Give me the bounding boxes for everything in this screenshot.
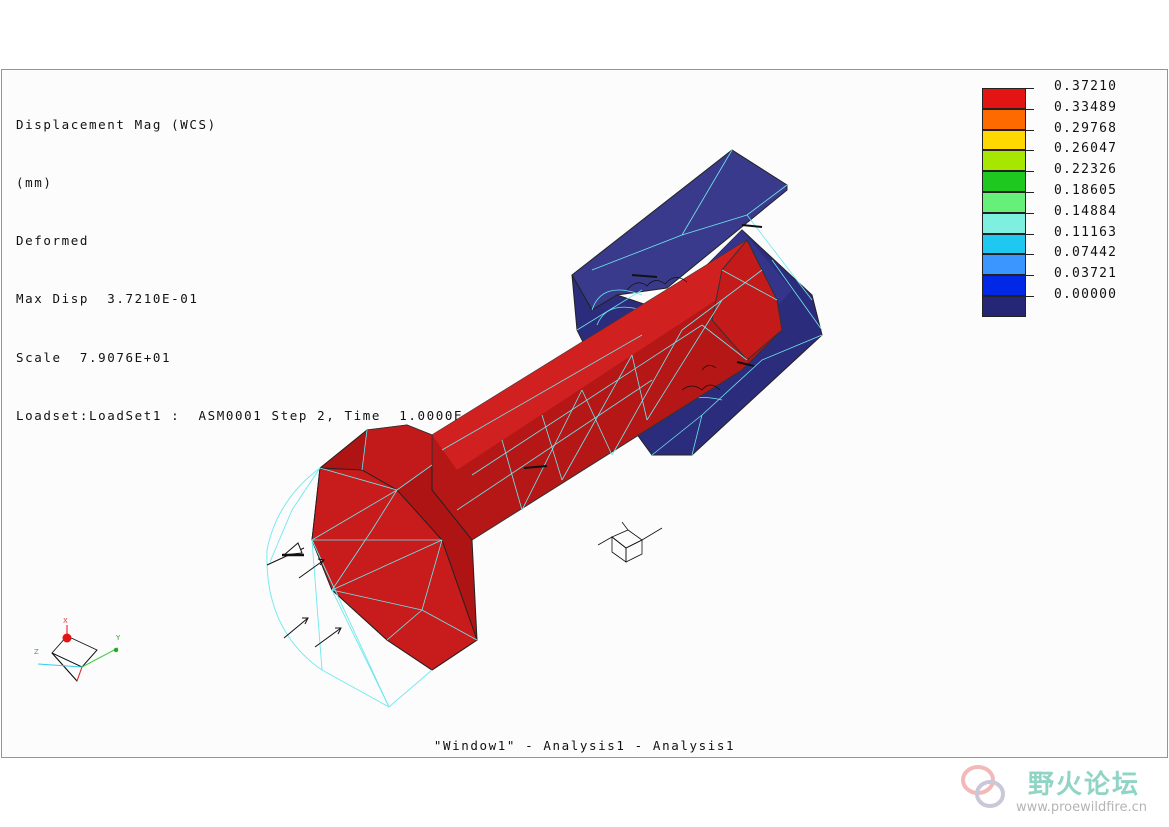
csys-marker (597, 521, 663, 563)
legend-value: 0.03721 (1054, 266, 1118, 282)
legend-tick (1026, 275, 1034, 277)
legend-value: 0.26047 (1054, 141, 1118, 157)
graphics-viewport[interactable]: Displacement Mag (WCS) (mm) Deformed Max… (1, 69, 1168, 758)
legend-tick (1026, 296, 1034, 297)
legend-tick (1026, 254, 1034, 256)
legend-tick (1026, 150, 1034, 152)
triad-x-label: X (63, 617, 68, 625)
legend-value: 0.22326 (1054, 162, 1118, 178)
legend-tick (1026, 192, 1034, 193)
legend-value: 0.00000 (1054, 287, 1118, 302)
legend-tick (1026, 171, 1034, 173)
window-caption: "Window1" - Analysis1 - Analysis1 (433, 738, 736, 753)
legend-swatch (982, 108, 1026, 130)
legend-swatch (982, 88, 1026, 109)
legend-swatch (982, 192, 1026, 213)
legend-value: 0.33489 (1054, 99, 1118, 115)
legend-swatch (982, 275, 1026, 296)
legend-tick (1026, 129, 1034, 131)
legend-swatch (982, 212, 1026, 234)
legend-swatch (982, 254, 1026, 276)
legend-tick (1026, 88, 1034, 89)
butterfly-logo-icon (961, 765, 1005, 808)
legend-value: 0.37210 (1054, 79, 1118, 94)
watermark-title: 野火论坛 (1028, 770, 1141, 800)
forum-watermark: 野火论坛 www.proewildfire.cn (958, 760, 1163, 822)
legend-swatch (982, 233, 1026, 255)
legend-swatch (982, 171, 1026, 192)
triad-y-label: Y (115, 634, 121, 642)
legend-swatch (982, 150, 1026, 172)
watermark-url: www.proewildfire.cn (1016, 800, 1147, 815)
legend-tick (1026, 233, 1034, 235)
legend-swatch (982, 296, 1026, 317)
legend-tick (1026, 212, 1034, 214)
triad-z-label: Z (34, 648, 39, 656)
legend-value: 0.14884 (1054, 203, 1118, 219)
legend-value: 0.11163 (1054, 224, 1118, 240)
legend-value: 0.29768 (1054, 120, 1118, 136)
legend-swatch (982, 129, 1026, 151)
legend-value: 0.18605 (1054, 183, 1118, 198)
view-triad: X Y Z (34, 617, 121, 682)
legend-value: 0.07442 (1054, 245, 1118, 261)
legend-tick (1026, 108, 1034, 110)
